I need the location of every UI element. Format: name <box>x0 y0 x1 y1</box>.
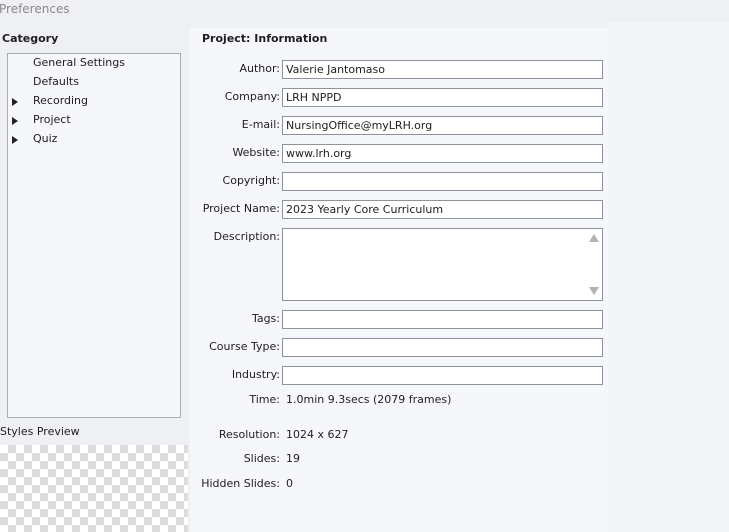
section-title: Project: Information <box>202 32 328 45</box>
email-field[interactable] <box>282 116 603 135</box>
slides-label: Slides: <box>243 452 280 465</box>
styles-preview-label: Styles Preview <box>0 425 80 438</box>
expand-project-icon[interactable] <box>12 117 18 125</box>
category-tree[interactable]: General Settings Defaults Recording Proj… <box>7 53 181 418</box>
expand-quiz-icon[interactable] <box>12 136 18 144</box>
company-field[interactable] <box>282 88 603 107</box>
author-field[interactable] <box>282 60 603 79</box>
project-name-label: Project Name: <box>202 202 280 215</box>
tags-label: Tags: <box>251 312 280 325</box>
email-label: E-mail: <box>241 118 280 131</box>
course-type-label: Course Type: <box>209 340 280 353</box>
time-value: 1.0min 9.3secs (2079 frames) <box>286 393 452 406</box>
resolution-value: 1024 x 627 <box>286 428 349 441</box>
copyright-field[interactable] <box>282 172 603 191</box>
time-label: Time: <box>249 393 280 406</box>
hidden-slides-label: Hidden Slides: <box>201 477 280 490</box>
author-label: Author: <box>239 62 280 75</box>
tree-item-label: Defaults <box>33 75 79 88</box>
company-label: Company: <box>224 90 280 103</box>
hidden-slides-value: 0 <box>286 477 293 490</box>
slides-value: 19 <box>286 452 300 465</box>
tree-item-general-settings[interactable]: General Settings <box>33 54 125 72</box>
description-label: Description: <box>213 230 280 243</box>
resolution-label: Resolution: <box>218 428 280 441</box>
tags-field[interactable] <box>282 310 603 329</box>
expand-recording-icon[interactable] <box>12 98 18 106</box>
right-background <box>608 22 729 532</box>
category-label: Category <box>2 32 59 45</box>
description-textarea[interactable] <box>282 228 603 301</box>
industry-field[interactable] <box>282 366 603 385</box>
course-type-field[interactable] <box>282 338 603 357</box>
tree-item-label: General Settings <box>33 56 125 69</box>
tree-item-defaults[interactable]: Defaults <box>33 73 79 91</box>
tree-item-label: Project <box>33 113 71 126</box>
tree-item-quiz[interactable]: Quiz <box>33 130 57 148</box>
title-bar: Preferences <box>0 0 729 22</box>
tree-item-label: Recording <box>33 94 89 107</box>
window-title: Preferences <box>0 2 70 16</box>
copyright-label: Copyright: <box>222 174 280 187</box>
scroll-up-icon[interactable] <box>589 234 599 242</box>
website-label: Website: <box>232 146 280 159</box>
description-scrollbar[interactable] <box>585 229 602 300</box>
tree-item-label: Quiz <box>33 132 58 145</box>
industry-label: Industry: <box>231 368 280 381</box>
website-field[interactable] <box>282 144 603 163</box>
scroll-down-icon[interactable] <box>589 287 599 295</box>
tree-item-recording[interactable]: Recording <box>33 92 88 110</box>
project-name-field[interactable] <box>282 200 603 219</box>
styles-preview-area <box>0 445 188 532</box>
tree-item-project[interactable]: Project <box>33 111 71 129</box>
